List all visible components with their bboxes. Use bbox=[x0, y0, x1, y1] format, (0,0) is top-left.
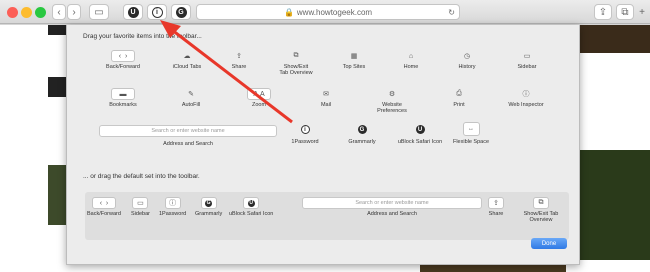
arrow-shaft bbox=[171, 28, 293, 124]
annotation-arrow bbox=[160, 20, 293, 124]
